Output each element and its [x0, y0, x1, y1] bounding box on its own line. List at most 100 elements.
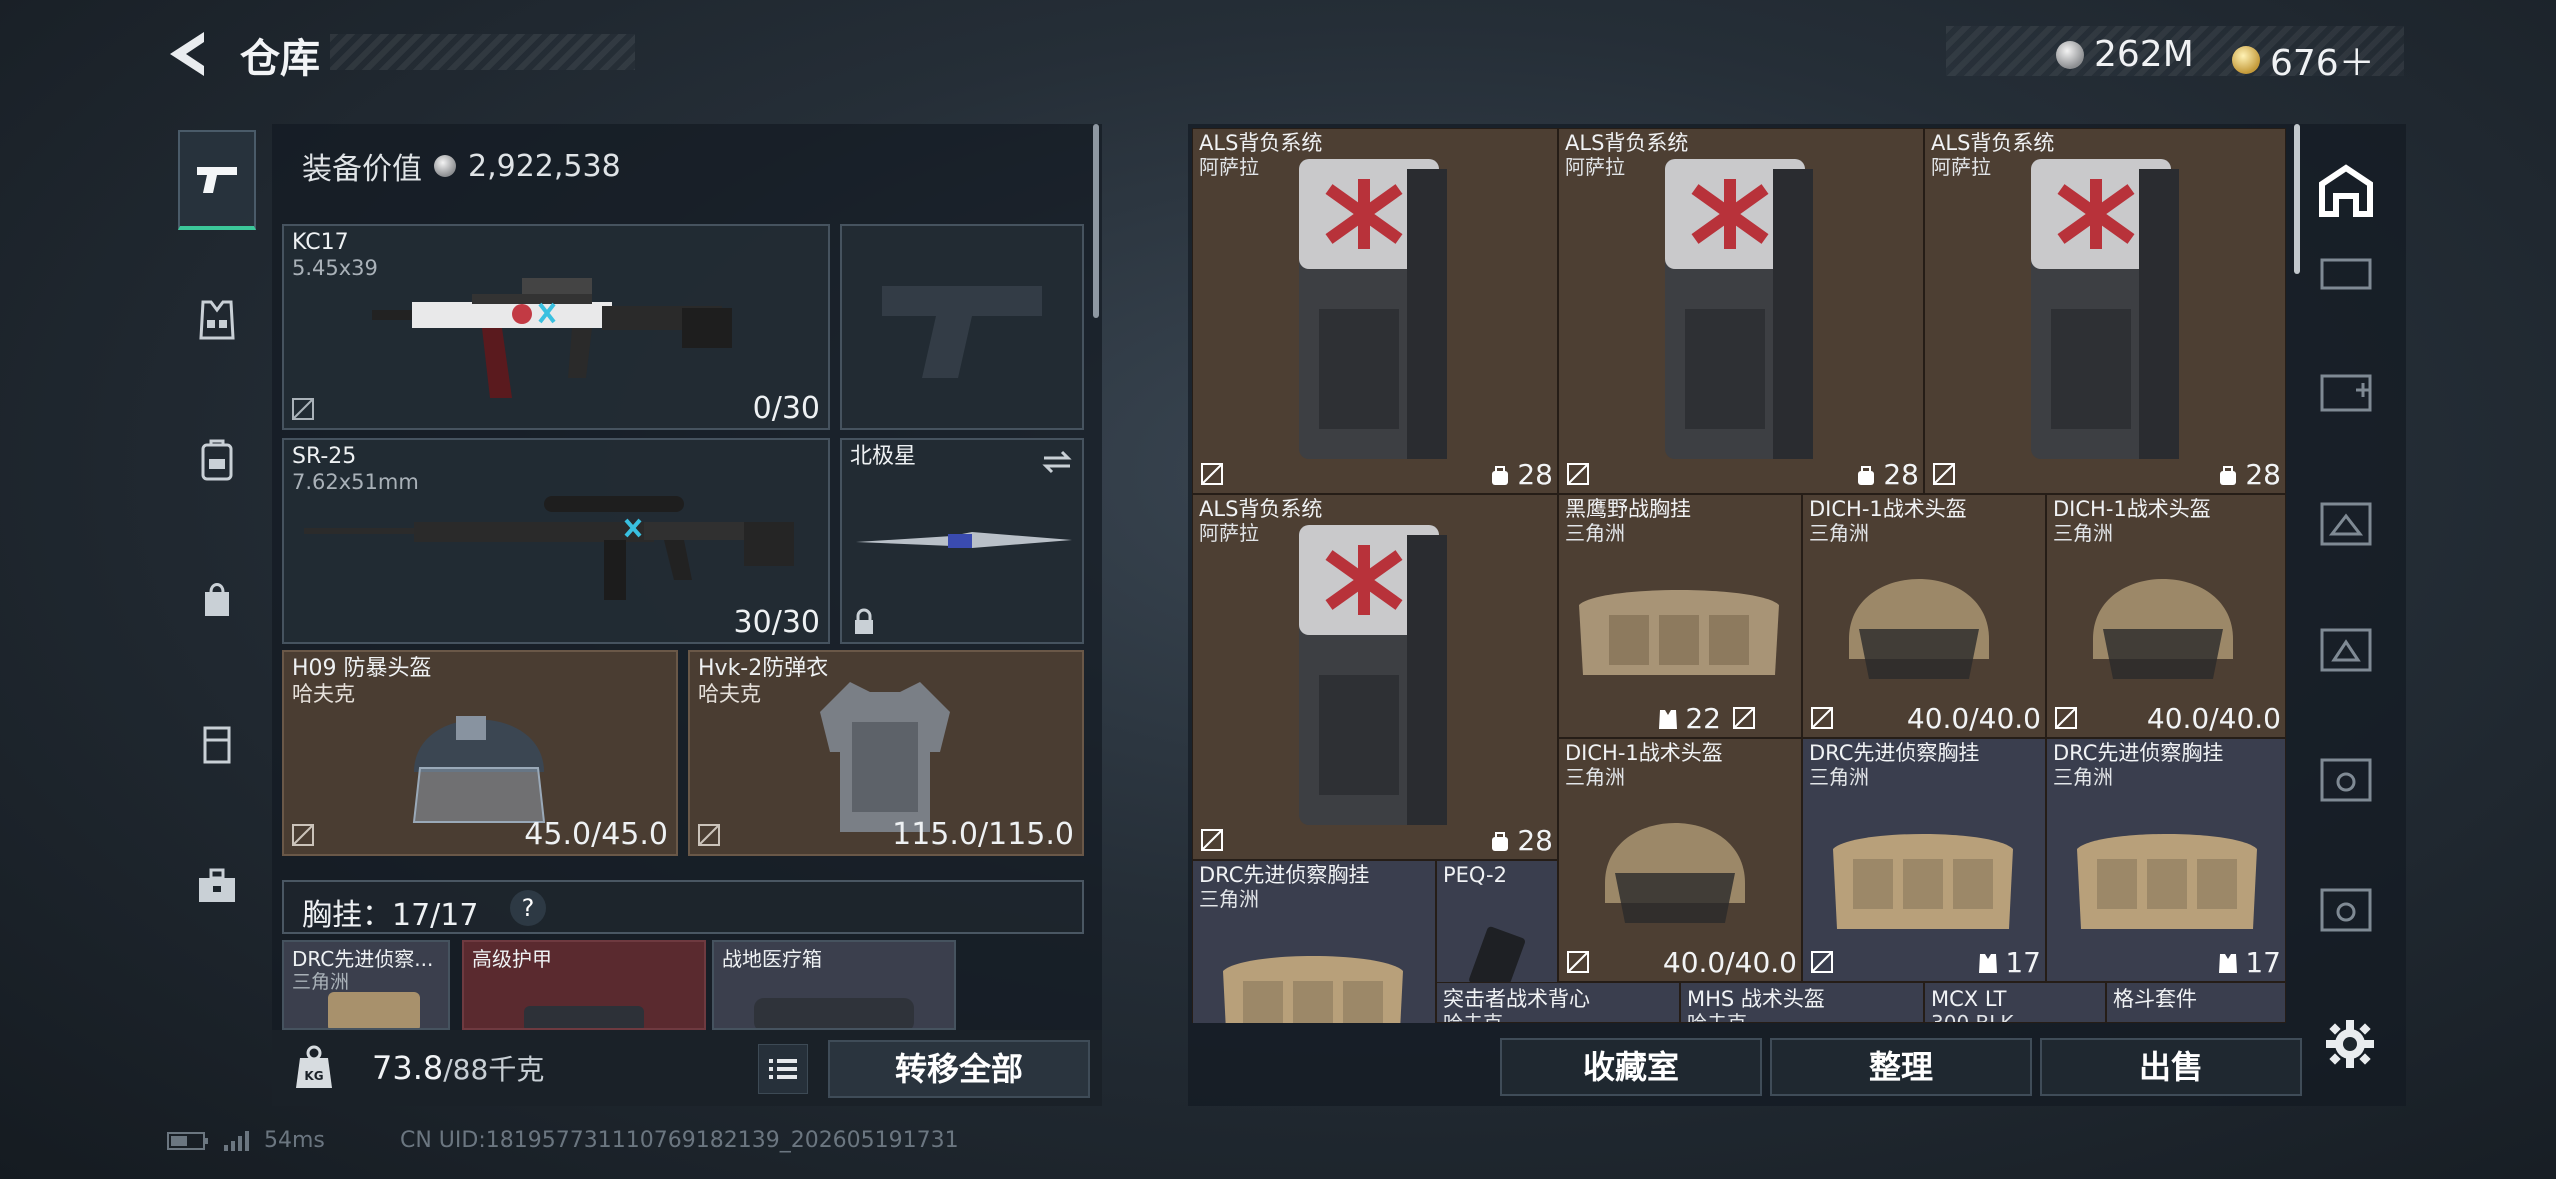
back-button[interactable] [160, 28, 220, 80]
rail-item-vest[interactable] [178, 270, 256, 370]
storage-item-gun[interactable]: MCX LT 300 BLK [1924, 982, 2106, 1023]
item-name: 黑鹰野战胸挂 [1565, 497, 1691, 521]
item-capacity: 28 [1489, 824, 1553, 857]
item-capacity: 28 [2217, 458, 2281, 491]
primary-weapon-slot[interactable]: KC17 5.45x39 0/30 [282, 224, 830, 430]
battery-icon [167, 1131, 208, 1150]
armor-plate-image [524, 1006, 644, 1028]
item-origin: 三角洲 [1199, 887, 1259, 911]
item-origin: 哈夫克 [1687, 1011, 1747, 1023]
pistol-placeholder-icon [882, 286, 1042, 378]
loadout-scrollbar[interactable] [1093, 124, 1099, 318]
rail-item-pouch[interactable] [178, 550, 256, 650]
settings-button[interactable] [2322, 1016, 2378, 1072]
item-durability: 40.0/40.0 [2146, 702, 2281, 735]
bag-icon [1492, 831, 1509, 851]
backpack-icon [201, 439, 233, 481]
item-name: PEQ-2 [1443, 863, 1507, 887]
rail-item-weapons[interactable] [178, 130, 256, 230]
storage-item-backpack[interactable]: ALS背负系统 阿萨拉 28 [1558, 128, 1924, 494]
storage-page-icon [2320, 502, 2372, 546]
warehouse-icon [2319, 164, 2373, 217]
secondary-ammo-count: 30/30 [733, 605, 820, 640]
item-capacity-value: 28 [2245, 458, 2281, 491]
storage-item-backpack[interactable]: ALS背负系统 阿萨拉 28 [1192, 128, 1558, 494]
helmet-durability: 45.0/45.0 [524, 817, 668, 852]
storage-tab-5[interactable] [2316, 620, 2376, 680]
armor-slot[interactable]: Hvk-2防弹衣 哈夫克 115.0/115.0 [688, 650, 1084, 856]
storage-item-backpack[interactable]: ALS背负系统 阿萨拉 28 [1192, 494, 1558, 860]
lock-icon [855, 608, 873, 634]
weight-current: 73.8 [372, 1049, 444, 1087]
storage-item-vest[interactable]: 突击者战术背心 哈夫克 [1436, 982, 1680, 1023]
item-capacity-value: 17 [2005, 946, 2041, 979]
silver-currency[interactable]: 262M [2056, 34, 2194, 75]
no-insure-icon [698, 824, 720, 846]
chest-item-2[interactable]: 高级护甲 [462, 940, 706, 1030]
chest-item-name: 高级护甲 [472, 947, 552, 971]
item-name: DICH-1战术头盔 [1809, 497, 1967, 521]
storage-item-helmet[interactable]: DICH-1战术头盔 三角洲 40.0/40.0 [1802, 494, 2046, 738]
storage-item-helmet[interactable]: MHS 战术头盔 哈夫克 [1680, 982, 1924, 1023]
storage-tab-6[interactable] [2316, 750, 2376, 810]
help-icon[interactable]: ? [510, 890, 546, 926]
item-capacity: 28 [1489, 458, 1553, 491]
list-view-button[interactable] [758, 1044, 808, 1094]
weight-max: /88千克 [443, 1053, 545, 1086]
pistol-slot-empty[interactable] [840, 224, 1084, 430]
backpack-image [2031, 159, 2179, 459]
sell-button[interactable]: 出售 [2040, 1038, 2302, 1096]
storage-item-helmet[interactable]: DICH-1战术头盔 三角洲 40.0/40.0 [2046, 494, 2286, 738]
item-name: 突击者战术背心 [1443, 987, 1590, 1011]
storage-item-chest-rig[interactable]: DRC先进侦察胸挂 三角洲 17 [2046, 738, 2286, 982]
rig-image [328, 992, 420, 1028]
no-insure-icon [1733, 707, 1755, 729]
storage-page-icon [2320, 374, 2372, 412]
primary-ammo-count: 0/30 [752, 391, 820, 426]
gold-currency[interactable]: 676＋ [2232, 34, 2375, 86]
item-origin: 阿萨拉 [1931, 155, 1991, 179]
chest-item-3[interactable]: 战地医疗箱 [712, 940, 956, 1030]
armor-durability: 115.0/115.0 [892, 817, 1074, 852]
no-insure-icon [1811, 707, 1833, 729]
item-origin: 三角洲 [1565, 521, 1625, 545]
storage-item-chest-rig[interactable]: 黑鹰野战胸挂 三角洲 22 [1558, 494, 1802, 738]
chest-item-name: DRC先进侦察... [292, 947, 434, 971]
storage-item-chest-rig[interactable]: DRC先进侦察胸挂 三角洲 [1192, 860, 1436, 1023]
melee-slot[interactable]: 北极星 [840, 438, 1084, 644]
storage-grid: ALS背负系统 阿萨拉 28 ALS背负系统 阿萨拉 28 ALS背负系统 阿萨… [1192, 128, 2286, 1023]
item-name: DRC先进侦察胸挂 [1809, 741, 1980, 765]
rail-item-case[interactable] [178, 694, 256, 794]
bag-icon [2220, 465, 2237, 485]
item-origin: 阿萨拉 [1199, 521, 1259, 545]
chest-rig-image [2077, 834, 2257, 929]
rail-item-backpack[interactable] [178, 410, 256, 510]
sort-button[interactable]: 整理 [1770, 1038, 2032, 1096]
chest-item-1[interactable]: DRC先进侦察... 三角洲 [282, 940, 450, 1030]
storage-item-backpack[interactable]: ALS背负系统 阿萨拉 28 [1924, 128, 2286, 494]
item-capacity-value: 28 [1883, 458, 1919, 491]
storage-tab-4[interactable] [2316, 494, 2376, 554]
storage-tab-7[interactable] [2316, 880, 2376, 940]
collection-button[interactable]: 收藏室 [1500, 1038, 1762, 1096]
item-name: 格斗套件 [2113, 987, 2197, 1011]
rail-item-toolbox[interactable] [178, 836, 256, 936]
item-capacity-value: 28 [1517, 824, 1553, 857]
transfer-all-button[interactable]: 转移全部 [828, 1040, 1090, 1098]
storage-page-icon [2320, 628, 2372, 672]
storage-item-helmet[interactable]: DICH-1战术头盔 三角洲 40.0/40.0 [1558, 738, 1802, 982]
storage-item-chest-rig[interactable]: DRC先进侦察胸挂 三角洲 17 [1802, 738, 2046, 982]
item-origin: 300 BLK [1931, 1011, 2014, 1023]
item-origin: 三角洲 [2053, 765, 2113, 789]
secondary-weapon-slot[interactable]: SR-25 7.62x51mm 30/30 [282, 438, 830, 644]
storage-tab-2[interactable] [2316, 254, 2376, 314]
helmet-slot[interactable]: H09 防暴头盔 哈夫克 45.0/45.0 [282, 650, 678, 856]
item-name: DRC先进侦察胸挂 [1199, 863, 1370, 887]
top-bar: 仓库 262M 676＋ [0, 0, 2556, 110]
storage-item-kit[interactable]: 格斗套件 [2106, 982, 2286, 1023]
storage-tab-3[interactable] [2316, 360, 2376, 420]
primary-weapon-name: KC17 [292, 230, 349, 255]
backpack-image [1665, 159, 1813, 459]
swap-icon[interactable] [1040, 448, 1074, 476]
storage-tab-all[interactable] [2316, 160, 2376, 220]
